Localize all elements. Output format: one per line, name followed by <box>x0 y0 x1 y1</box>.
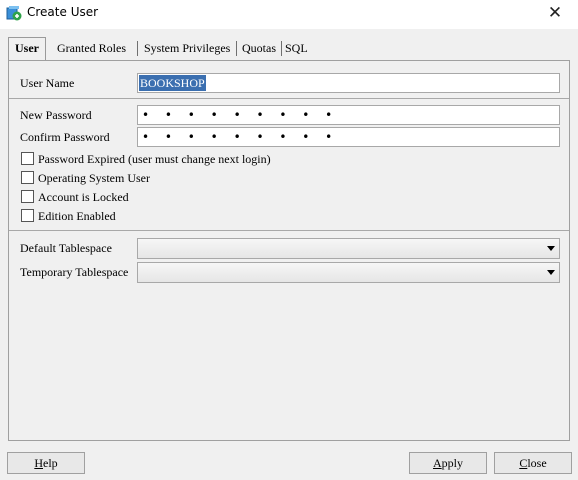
create-user-app-icon <box>6 6 22 21</box>
user-tab-panel: User Name BOOKSHOP New Password • • • • … <box>8 60 570 441</box>
account-locked-label: Account is Locked <box>38 190 129 204</box>
edition-enabled-label: Edition Enabled <box>38 209 116 223</box>
new-password-label: New Password <box>20 108 92 122</box>
user-name-value: BOOKSHOP <box>139 75 206 91</box>
tab-system-privileges[interactable]: System Privileges <box>140 38 230 59</box>
tab-sql[interactable]: SQL <box>281 38 308 59</box>
apply-button[interactable]: Apply <box>409 452 487 474</box>
password-expired-label: Password Expired (user must change next … <box>38 152 271 166</box>
tab-separator <box>236 41 237 56</box>
operating-system-user-label: Operating System User <box>38 171 150 185</box>
title-bar: Create User ✕ <box>0 0 578 29</box>
temporary-tablespace-label: Temporary Tablespace <box>20 265 129 279</box>
help-button[interactable]: Help <box>7 452 85 474</box>
temporary-tablespace-select[interactable] <box>137 262 560 283</box>
user-name-input[interactable]: BOOKSHOP <box>137 73 560 93</box>
password-expired-checkbox[interactable] <box>21 152 34 165</box>
close-button-label: lose <box>527 456 547 470</box>
user-name-label: User Name <box>20 76 75 90</box>
confirm-password-mask: • • • • • • • • • <box>142 130 339 144</box>
default-tablespace-select[interactable] <box>137 238 560 259</box>
new-password-mask: • • • • • • • • • <box>142 108 339 122</box>
help-button-mnemonic: H <box>34 456 43 470</box>
help-button-label: elp <box>43 456 58 470</box>
apply-button-label: pply <box>441 456 463 470</box>
close-window-icon[interactable]: ✕ <box>540 1 570 25</box>
close-button[interactable]: Close <box>494 452 572 474</box>
tab-granted-roles[interactable]: Granted Roles <box>53 38 126 59</box>
tab-separator <box>137 41 138 56</box>
divider <box>9 230 569 231</box>
chevron-down-icon[interactable] <box>547 270 555 275</box>
divider <box>9 98 569 99</box>
default-tablespace-label: Default Tablespace <box>20 241 112 255</box>
confirm-password-label: Confirm Password <box>20 130 110 144</box>
edition-enabled-checkbox[interactable] <box>21 209 34 222</box>
new-password-input[interactable]: • • • • • • • • • <box>137 105 560 125</box>
tab-quotas[interactable]: Quotas <box>238 38 276 59</box>
apply-button-mnemonic: A <box>432 456 442 470</box>
confirm-password-input[interactable]: • • • • • • • • • <box>137 127 560 147</box>
tab-user[interactable]: User <box>8 37 46 60</box>
account-locked-checkbox[interactable] <box>21 190 34 203</box>
operating-system-user-checkbox[interactable] <box>21 171 34 184</box>
window-title: Create User <box>27 5 99 19</box>
chevron-down-icon[interactable] <box>547 246 555 251</box>
